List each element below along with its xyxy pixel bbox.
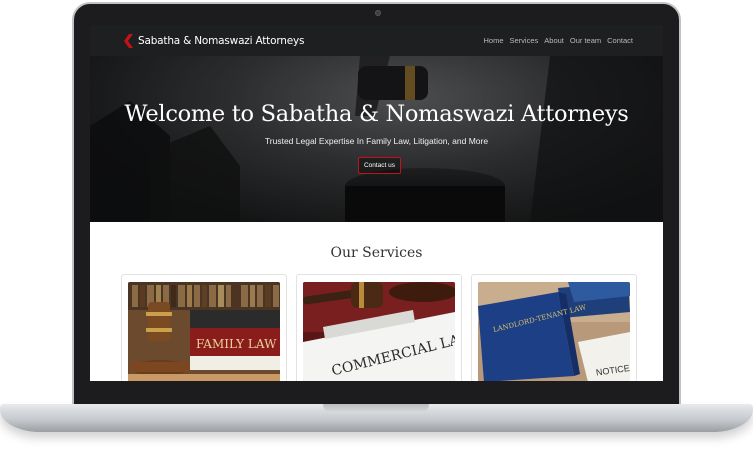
nav-link-our-team[interactable]: Our team	[570, 36, 601, 45]
laptop-screen: Sabatha & Nomaswazi Attorneys Home Servi…	[90, 25, 663, 381]
service-card-commercial-law[interactable]: COMMERCIAL LAW	[296, 274, 462, 381]
nav-link-contact[interactable]: Contact	[607, 36, 633, 45]
landlord-tenant-law-image: NOTICE LANDLORD-TENANT LAW	[478, 282, 630, 381]
navbar: Sabatha & Nomaswazi Attorneys Home Servi…	[90, 25, 663, 56]
brand[interactable]: Sabatha & Nomaswazi Attorneys	[124, 33, 305, 48]
hero-title: Welcome to Sabatha & Nomaswazi Attorneys	[124, 101, 629, 127]
family-law-book-text: FAMILY LAW	[196, 337, 277, 351]
brand-name: Sabatha & Nomaswazi Attorneys	[138, 34, 305, 47]
commercial-law-image: COMMERCIAL LAW	[303, 282, 455, 381]
contact-us-button[interactable]: Contact us	[358, 157, 401, 174]
hero-subtitle: Trusted Legal Expertise In Family Law, L…	[264, 136, 489, 146]
chevron-logo-icon	[124, 33, 133, 48]
service-card-landlord-tenant-law[interactable]: NOTICE LANDLORD-TENANT LAW	[471, 274, 637, 381]
family-law-image: FAMILY LAW	[128, 282, 280, 381]
laptop-frame: Sabatha & Nomaswazi Attorneys Home Servi…	[0, 0, 753, 450]
services-heading: Our Services	[330, 245, 423, 261]
nav-link-services[interactable]: Services	[510, 36, 539, 45]
nav-link-home[interactable]: Home	[483, 36, 503, 45]
webcam	[375, 10, 381, 16]
nav-links: Home Services About Our team Contact	[483, 36, 633, 45]
hero-banner: Welcome to Sabatha & Nomaswazi Attorneys…	[90, 56, 663, 222]
service-card-family-law[interactable]: FAMILY LAW	[121, 274, 287, 381]
laptop-notch	[323, 404, 429, 413]
nav-link-about[interactable]: About	[544, 36, 564, 45]
